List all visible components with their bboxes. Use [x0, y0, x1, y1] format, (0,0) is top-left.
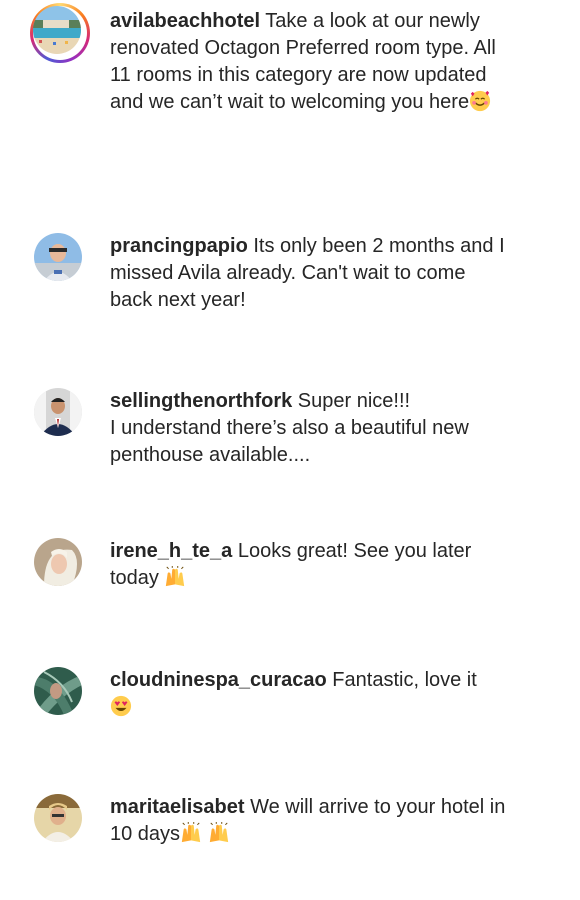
comment-username[interactable]: avilabeachhotel — [110, 10, 260, 32]
comment-text: prancingpapio Its only been 2 months and… — [110, 233, 510, 314]
comment-text: maritaelisabet We will arrive to your ho… — [110, 794, 510, 848]
smiling-face-with-hearts-icon — [470, 90, 491, 112]
avatar[interactable] — [34, 538, 82, 586]
user-photo-icon — [34, 388, 82, 436]
comment-body: Fantastic, love it — [326, 669, 477, 691]
raising-hands-icon — [181, 822, 201, 843]
comment-text: avilabeachhotel Take a look at our newly… — [110, 8, 510, 116]
user-photo-icon — [34, 538, 82, 586]
comment-text: sellingthenorthfork Super nice!!! I under… — [110, 388, 510, 469]
user-photo-icon — [34, 667, 82, 715]
avatar[interactable] — [34, 233, 82, 281]
hotel-photo-icon — [33, 6, 81, 54]
comment-username[interactable]: sellingthenorthfork — [110, 390, 292, 412]
comment-text: irene_h_te_a Looks great! See you later … — [110, 538, 510, 592]
comment-username[interactable]: irene_h_te_a — [110, 540, 232, 562]
story-ring-avatar[interactable] — [30, 3, 90, 63]
comment-body: Super nice!!! — [292, 390, 411, 412]
comment-username[interactable]: prancingpapio — [110, 235, 248, 257]
comment-text: cloudninespa_curacao Fantastic, love it — [110, 667, 510, 721]
avatar[interactable] — [34, 794, 82, 842]
user-photo-icon — [34, 794, 82, 842]
avatar — [33, 6, 81, 54]
user-photo-icon — [34, 233, 82, 281]
avatar[interactable] — [34, 388, 82, 436]
comment-username[interactable]: cloudninespa_curacao — [110, 669, 327, 691]
comment-body-line2: I understand there’s also a beautiful ne… — [110, 417, 469, 466]
avatar[interactable] — [34, 667, 82, 715]
heart-eyes-icon — [110, 695, 132, 717]
raising-hands-icon — [209, 822, 228, 843]
raising-hands-icon — [166, 566, 185, 587]
comment-username[interactable]: maritaelisabet — [110, 796, 245, 818]
